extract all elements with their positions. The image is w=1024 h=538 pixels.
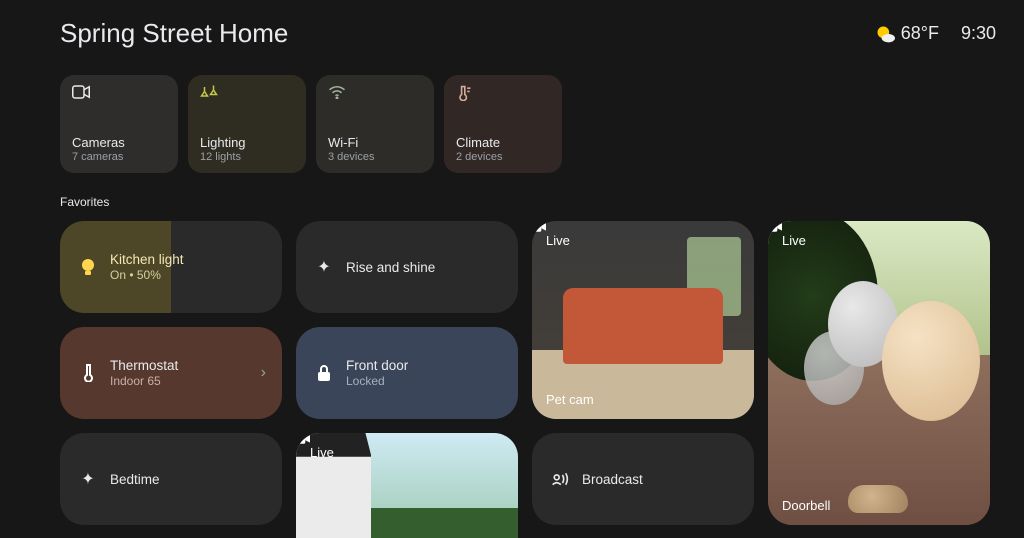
live-badge: Live: [310, 445, 504, 460]
cam-name: Pet cam: [546, 392, 740, 407]
category-label: Climate: [456, 135, 550, 150]
tile-title: Thermostat: [110, 358, 178, 373]
category-label: Wi-Fi: [328, 135, 422, 150]
wifi-icon: [328, 85, 422, 103]
favorites-label: Favorites: [60, 195, 996, 209]
favorites-grid: Kitchen light On • 50% ✦ Rise and shine …: [60, 221, 988, 538]
tile-bedtime[interactable]: ✦ Bedtime: [60, 433, 282, 525]
category-lighting[interactable]: Lighting 12 lights: [188, 75, 306, 173]
tile-title: Broadcast: [582, 472, 643, 487]
category-label: Cameras: [72, 135, 166, 150]
tile-sub: Locked: [346, 374, 408, 388]
tile-sub: Indoor 65: [110, 374, 178, 388]
tile-yard-cam[interactable]: Live Yard cam: [296, 433, 518, 538]
chevron-right-icon: ›: [261, 364, 266, 382]
tile-broadcast[interactable]: Broadcast: [532, 433, 754, 525]
broadcast-icon: [550, 472, 570, 486]
tile-sub: On • 50%: [110, 268, 184, 282]
camera-icon: [72, 85, 166, 103]
weather-temp: 68°F: [901, 23, 939, 44]
home-title: Spring Street Home: [60, 18, 859, 49]
tile-title: Front door: [346, 358, 408, 373]
category-sub: 7 cameras: [72, 151, 166, 163]
header: Spring Street Home 68°F 9:30: [60, 18, 996, 49]
categories-row: Cameras 7 cameras Lighting 12 lights Wi-…: [60, 75, 996, 173]
tile-pet-cam[interactable]: Live Pet cam: [532, 221, 754, 419]
category-wifi[interactable]: Wi-Fi 3 devices: [316, 75, 434, 173]
sparkle-icon: ✦: [78, 469, 98, 489]
sun-cloud-icon: [875, 24, 895, 44]
tile-front-door[interactable]: Front door Locked: [296, 327, 518, 419]
category-sub: 12 lights: [200, 151, 294, 163]
category-sub: 2 devices: [456, 151, 550, 163]
sparkle-icon: ✦: [314, 257, 334, 277]
tile-doorbell-cam[interactable]: Live Doorbell: [768, 221, 990, 525]
clock: 9:30: [961, 23, 996, 44]
live-badge: Live: [782, 233, 976, 248]
category-label: Lighting: [200, 135, 294, 150]
weather-widget[interactable]: 68°F: [875, 23, 939, 44]
tile-rise-and-shine[interactable]: ✦ Rise and shine: [296, 221, 518, 313]
tile-title: Kitchen light: [110, 252, 184, 267]
thermometer-icon: [78, 364, 98, 382]
tile-kitchen-light[interactable]: Kitchen light On • 50%: [60, 221, 282, 313]
bulb-icon: [78, 258, 98, 276]
thermometer-icon: [456, 85, 550, 103]
category-sub: 3 devices: [328, 151, 422, 163]
category-climate[interactable]: Climate 2 devices: [444, 75, 562, 173]
tile-thermostat[interactable]: Thermostat Indoor 65 ›: [60, 327, 282, 419]
live-badge: Live: [546, 233, 740, 248]
category-cameras[interactable]: Cameras 7 cameras: [60, 75, 178, 173]
tile-title: Bedtime: [110, 472, 160, 487]
light-icon: [200, 85, 294, 103]
tile-title: Rise and shine: [346, 260, 435, 275]
cam-name: Doorbell: [782, 498, 976, 513]
lock-icon: [314, 365, 334, 381]
